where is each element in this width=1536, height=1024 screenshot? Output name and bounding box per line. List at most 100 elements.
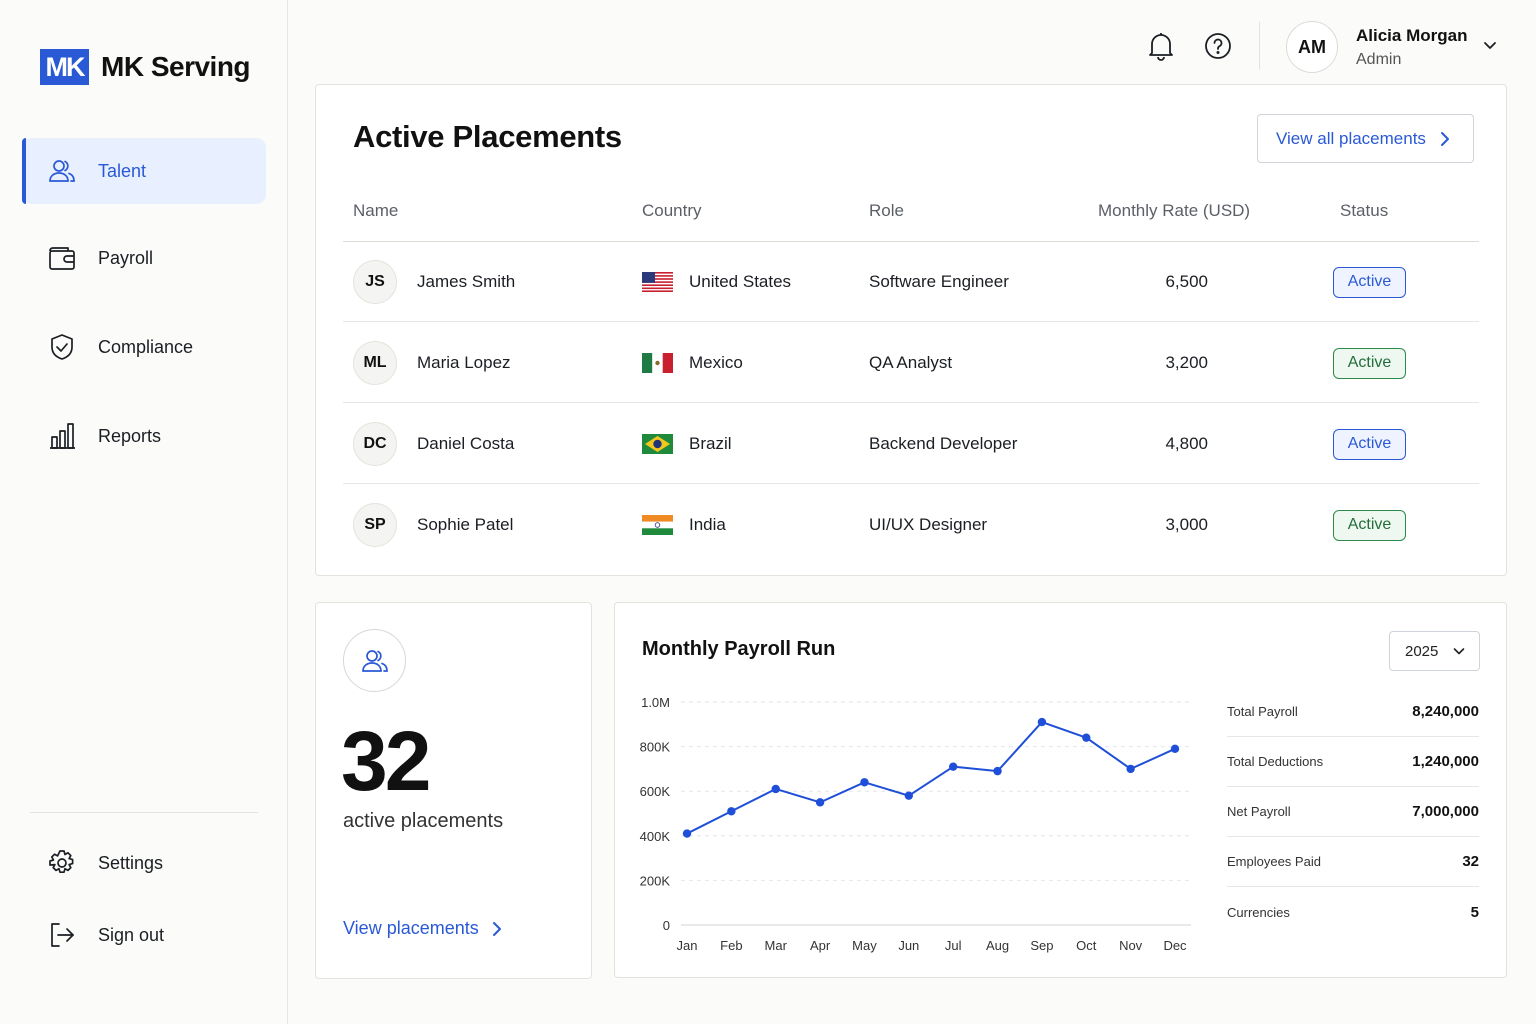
employee-name: Sophie Patel [417,515,514,534]
y-tick-label: 600K [640,784,671,799]
rate-cell: 6,500 [1165,272,1208,291]
status-cell: Active [1333,323,1406,403]
country-cell: United States [642,242,791,322]
summary-value: 5 [1470,903,1479,921]
y-tick-label: 1.0M [641,695,670,710]
data-point [815,798,825,807]
mx-flag-icon [642,353,673,373]
x-tick-label: Apr [810,938,831,953]
name-cell: JS James Smith [353,242,515,322]
year-select[interactable]: 2025 [1389,631,1480,671]
name-cell: SP Sophie Patel [353,485,513,565]
page-title: Active Placements [353,119,622,154]
logo-mark: MK [40,49,89,85]
avatar: ML [353,341,397,385]
payroll-series-line [686,721,1176,835]
in-flag-icon [642,515,673,535]
summary-row: Employees Paid 32 [1227,837,1479,887]
sidebar-item-sign-out[interactable]: Sign out [22,902,266,968]
employee-name: Daniel Costa [417,434,515,453]
header-separator [1259,22,1260,70]
y-tick-label: 800K [640,740,671,755]
summary-row: Net Payroll 7,000,000 [1227,787,1479,837]
column-header-status[interactable]: Status [1340,201,1388,221]
view-placements-label: View placements [343,918,479,938]
x-tick-label: Jan [677,938,698,953]
view-placements-link[interactable]: View placements [343,918,503,939]
table-row[interactable]: JS James Smith United States Software En… [343,242,1479,322]
role-cell: QA Analyst [869,353,953,372]
help-icon[interactable] [1202,30,1234,62]
users-icon [46,155,78,187]
table-row[interactable]: SP Sophie Patel India UI/UX Designer 3,0… [343,485,1479,565]
sidebar-divider [30,812,258,813]
employee-name: James Smith [417,272,516,291]
brand-logo[interactable]: MK MK Serving [40,49,251,85]
status-badge: Active [1333,509,1406,541]
data-point [1037,717,1047,727]
x-tick-label: Mar [765,938,788,953]
data-point [771,784,780,794]
data-point [860,778,869,787]
x-tick-label: Dec [1163,938,1187,953]
summary-label: Total Deductions [1227,754,1324,769]
sidebar-item-label: Sign out [98,924,165,945]
data-point [904,791,914,800]
column-header-name[interactable]: Name [353,201,398,221]
sidebar-item-settings[interactable]: Settings [22,830,266,896]
summary-row: Total Payroll 8,240,000 [1227,687,1479,737]
x-tick-label: Nov [1119,938,1143,953]
column-header-country[interactable]: Country [642,201,702,221]
sidebar-item-label: Reports [98,425,162,446]
column-header-monthly-rate[interactable]: Monthly Rate (USD) [1098,201,1250,221]
data-point [1126,764,1135,774]
data-point [1082,733,1091,742]
summary-label: Total Payroll [1227,704,1298,719]
column-header-role[interactable]: Role [869,201,904,221]
name-cell: ML Maria Lopez [353,323,511,403]
shield-check-icon [46,331,78,363]
status-cell: Active [1333,242,1406,322]
user-role: Admin [1356,51,1402,68]
sidebar-item-label: Payroll [98,247,154,268]
x-tick-label: Sep [1030,938,1053,953]
y-tick-label: 0 [663,918,670,933]
country-cell: Brazil [642,404,732,484]
data-point [727,807,736,816]
data-point [682,829,692,838]
table-row[interactable]: DC Daniel Costa Brazil Backend Developer… [343,404,1479,484]
summary-label: Net Payroll [1227,804,1291,819]
notifications-bell-icon[interactable] [1145,30,1177,62]
status-badge: Active [1333,347,1406,379]
country-name: United States [689,272,792,291]
table-row[interactable]: ML Maria Lopez Mexico QA Analyst 3,200 A… [343,323,1479,403]
name-cell: DC Daniel Costa [353,404,514,484]
x-tick-label: Aug [986,938,1009,953]
sidebar-item-payroll[interactable]: Payroll [22,225,266,291]
sign-out-icon [46,919,78,951]
x-tick-label: Feb [720,938,742,953]
br-flag-icon [642,434,673,454]
role-cell: Backend Developer [869,434,1018,453]
view-all-placements-label: View all placements [1276,128,1426,148]
sidebar-item-label: Settings [98,852,164,873]
sidebar-item-reports[interactable]: Reports [22,403,266,469]
summary-label: Currencies [1227,904,1290,920]
y-tick-label: 200K [640,873,671,888]
x-tick-label: Jun [898,938,919,953]
y-tick-label: 400K [640,829,671,844]
sidebar-item-compliance[interactable]: Compliance [22,314,266,380]
user-menu-chevron-down-icon[interactable] [1480,36,1500,56]
summary-row: Total Deductions 1,240,000 [1227,737,1479,787]
user-avatar[interactable]: AM [1286,21,1338,73]
sidebar-item-talent[interactable]: Talent [22,138,266,204]
summary-value: 1,240,000 [1412,753,1479,770]
summary-value: 32 [1462,853,1479,870]
chart-title: Monthly Payroll Run [642,638,836,660]
summary-label: Employees Paid [1227,854,1321,869]
wallet-icon [46,242,78,274]
year-select-value: 2025 [1405,642,1439,660]
x-tick-label: Oct [1076,938,1097,953]
view-all-placements-button[interactable]: View all placements [1257,114,1474,163]
row-divider [343,402,1479,403]
